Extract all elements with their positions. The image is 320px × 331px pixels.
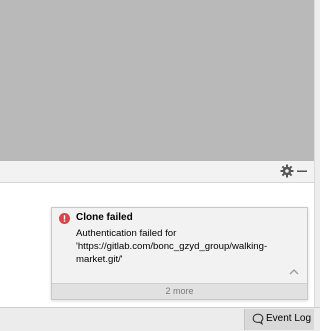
ide-window: Clone failed Authentication failed for '… bbox=[0, 0, 320, 331]
event-log-label: Event Log bbox=[266, 313, 312, 324]
error-icon bbox=[59, 213, 70, 224]
chevron-up-icon[interactable] bbox=[289, 268, 299, 275]
more-notifications-link[interactable]: 2 more bbox=[52, 283, 307, 299]
right-tool-strip bbox=[314, 0, 320, 331]
notification-title: Clone failed bbox=[76, 212, 133, 223]
minimize-icon[interactable] bbox=[296, 164, 308, 178]
speech-bubble-icon bbox=[252, 313, 264, 325]
notification-message-line: market.git/' bbox=[76, 254, 123, 265]
notification-message-line: 'https://gitlab.com/bonc_gzyd_group/walk… bbox=[76, 241, 268, 252]
event-log-button[interactable]: Event Log bbox=[244, 309, 314, 330]
gear-icon[interactable] bbox=[280, 164, 294, 178]
notification-message-line: Authentication failed for bbox=[76, 228, 177, 239]
notification-message: Authentication failed for 'https://gitla… bbox=[76, 227, 298, 266]
status-bar: Event Log bbox=[0, 307, 320, 331]
tool-window-header bbox=[0, 161, 314, 183]
notification-balloon[interactable]: Clone failed Authentication failed for '… bbox=[51, 207, 308, 300]
editor-area bbox=[0, 0, 314, 161]
